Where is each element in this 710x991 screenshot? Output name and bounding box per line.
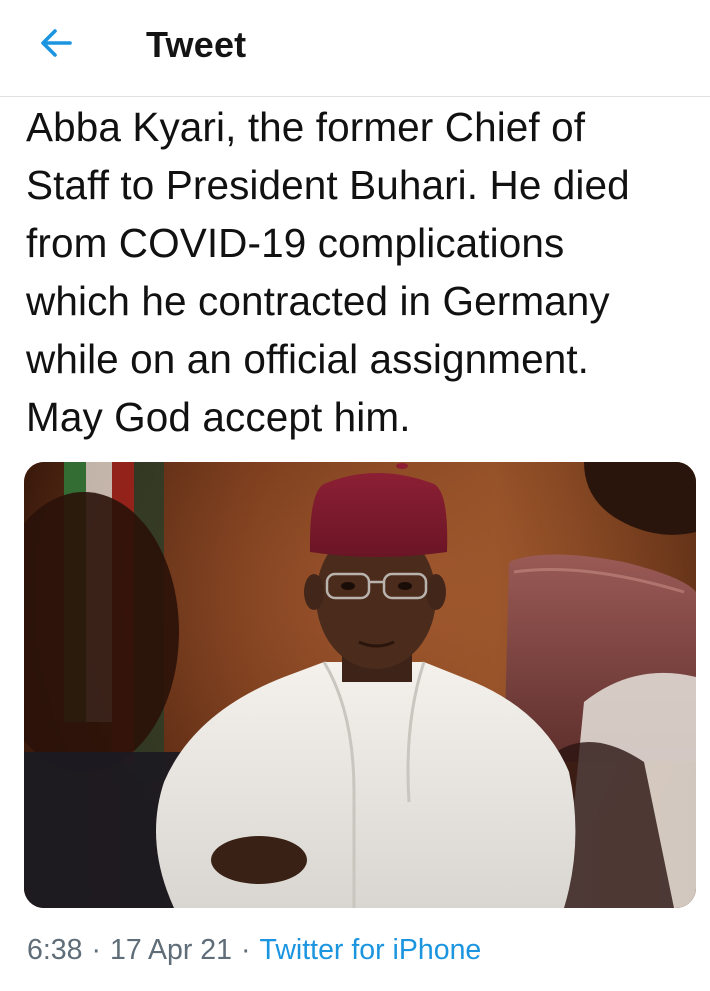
arrow-left-icon [36, 23, 76, 68]
meta-separator: · [241, 934, 251, 966]
tweet-photo-illustration [24, 462, 696, 908]
back-button[interactable] [30, 22, 82, 68]
meta-separator: · [91, 934, 101, 966]
tweet-date: 17 Apr 21 [109, 934, 232, 966]
tweet-text: Abba Kyari, the former Chief of Staff to… [26, 104, 630, 440]
page-title: Tweet [146, 24, 247, 65]
tweet-source-link[interactable]: Twitter for iPhone [260, 934, 482, 966]
tweet-meta: 6:38 · 17 Apr 21 · Twitter for iPhone [27, 934, 481, 967]
tweet-photo[interactable] [24, 462, 696, 908]
tweet-time: 6:38 [27, 934, 83, 966]
top-bar: Tweet [0, 0, 710, 97]
